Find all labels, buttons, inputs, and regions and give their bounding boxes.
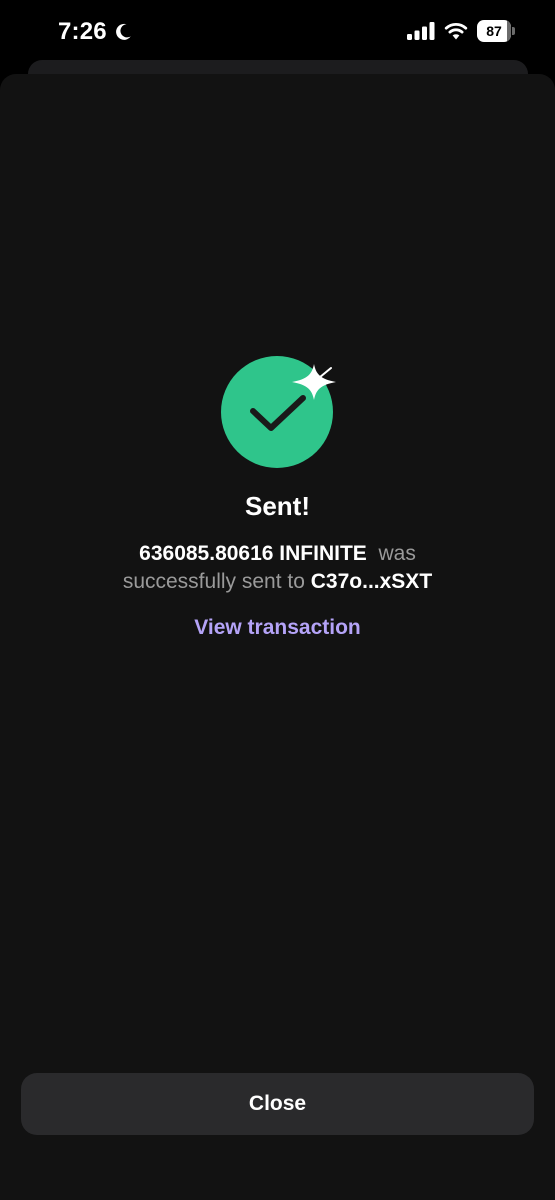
sent-amount: 636085.80616 INFINITE — [139, 542, 367, 565]
success-check-icon — [221, 356, 336, 468]
status-right: 87 — [407, 20, 515, 42]
message-sent-to: successfully sent to — [122, 570, 305, 593]
time-group: 7:26 — [58, 18, 133, 46]
moon-icon — [115, 23, 131, 40]
close-button[interactable]: Close — [21, 1073, 534, 1135]
signal-icon — [407, 22, 435, 40]
wifi-icon — [444, 23, 468, 40]
view-transaction-link[interactable]: View transaction — [0, 616, 555, 640]
message-was: was — [378, 542, 416, 565]
battery-tip — [512, 27, 515, 35]
battery-icon: 87 — [477, 20, 515, 42]
battery-percent: 87 — [486, 23, 502, 39]
screen: 7:26 87 Sent! 636085.80616 INFINITE was … — [0, 0, 555, 1200]
status-bar: 7:26 87 — [0, 0, 555, 68]
success-title: Sent! — [245, 491, 310, 521]
recipient-address: C37o...xSXT — [310, 570, 433, 593]
success-message: 636085.80616 INFINITE was successfully s… — [0, 540, 555, 596]
status-time: 7:26 — [58, 18, 107, 45]
